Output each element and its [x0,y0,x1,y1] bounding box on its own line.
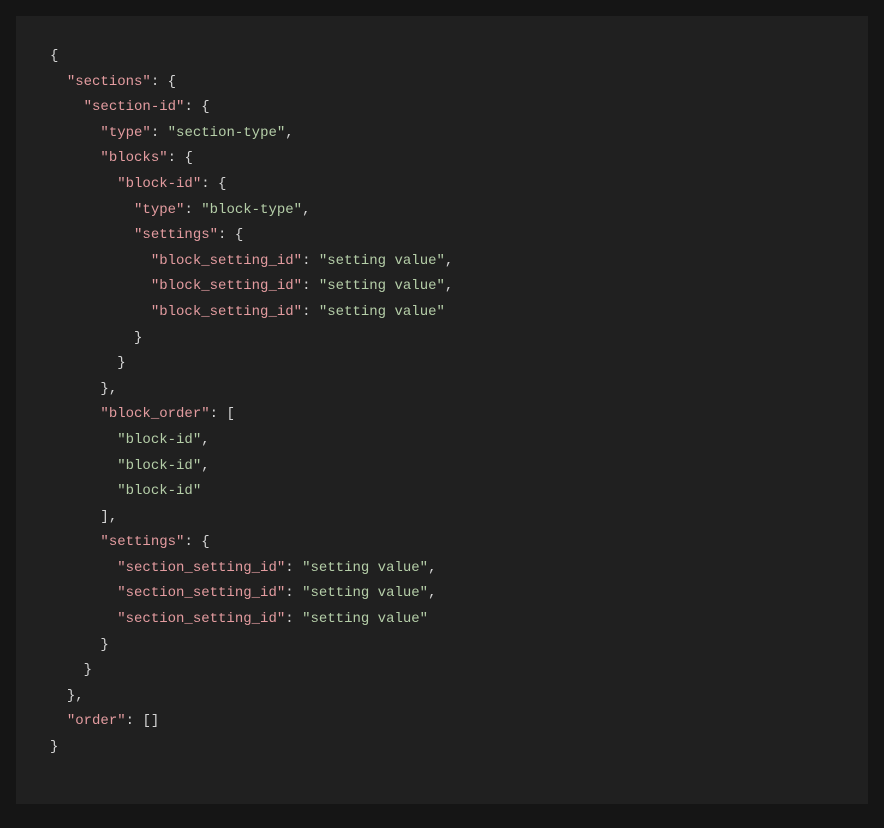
code-token-property: "block_setting_id" [151,253,302,269]
code-token-operator: : [184,99,201,115]
code-token-punctuation: { [184,150,192,166]
code-token-property: "settings" [134,227,218,243]
code-token-punctuation: { [218,176,226,192]
code-token-punctuation [50,74,67,90]
code-token-punctuation [50,688,67,704]
code-token-string: "block-type" [201,202,302,218]
code-token-operator: : [218,227,235,243]
code-token-punctuation [50,585,117,601]
code-token-punctuation: ], [100,509,117,525]
code-token-punctuation: } [100,637,108,653]
code-token-punctuation: [] [142,713,159,729]
code-token-property: "block_setting_id" [151,304,302,320]
code-token-punctuation: { [201,534,209,550]
json-code-block: { "sections": { "section-id": { "type": … [50,44,834,761]
code-token-operator: : [184,534,201,550]
code-token-punctuation: } [134,330,142,346]
code-token-punctuation [50,330,134,346]
code-token-punctuation: { [50,48,58,64]
code-token-operator: : [302,278,319,294]
code-token-punctuation: [ [226,406,234,422]
code-token-operator: : [302,253,319,269]
code-token-punctuation [50,278,151,294]
code-token-operator: : [285,611,302,627]
code-token-punctuation [50,176,117,192]
code-token-string: "setting value" [302,560,428,576]
code-token-operator: : [151,125,168,141]
code-token-punctuation: }, [67,688,84,704]
code-token-property: "type" [100,125,150,141]
code-token-punctuation: } [84,662,92,678]
code-token-punctuation [50,406,100,422]
code-token-string: "block-id" [117,483,201,499]
code-token-punctuation [50,560,117,576]
code-token-punctuation: , [302,202,310,218]
code-token-property: "block_setting_id" [151,278,302,294]
code-token-operator: : [168,150,185,166]
code-token-punctuation [50,381,100,397]
code-token-operator: : [184,202,201,218]
code-token-punctuation [50,99,84,115]
code-token-property: "type" [134,202,184,218]
code-token-punctuation: , [201,458,209,474]
code-token-punctuation [50,637,100,653]
code-token-string: "section-type" [168,125,286,141]
code-token-punctuation [50,458,117,474]
code-token-punctuation [50,202,134,218]
code-token-operator: : [302,304,319,320]
code-token-operator: : [285,560,302,576]
code-token-punctuation [50,483,117,499]
code-token-operator: : [201,176,218,192]
code-token-property: "section_setting_id" [117,560,285,576]
code-token-operator: : [126,713,143,729]
code-token-punctuation: }, [100,381,117,397]
code-token-operator: : [285,585,302,601]
code-token-punctuation [50,227,134,243]
code-token-operator: : [151,74,168,90]
code-token-punctuation [50,713,67,729]
code-token-punctuation [50,534,100,550]
code-token-punctuation: , [285,125,293,141]
code-token-property: "sections" [67,74,151,90]
code-token-punctuation: } [50,739,58,755]
code-token-punctuation: , [201,432,209,448]
code-token-punctuation: , [428,560,436,576]
code-token-punctuation: , [428,585,436,601]
code-token-property: "section-id" [84,99,185,115]
code-token-string: "block-id" [117,432,201,448]
code-token-string: "setting value" [319,278,445,294]
code-token-punctuation [50,509,100,525]
code-token-string: "block-id" [117,458,201,474]
code-token-punctuation: { [235,227,243,243]
code-token-punctuation [50,150,100,166]
code-token-property: "block-id" [117,176,201,192]
code-token-property: "settings" [100,534,184,550]
code-token-punctuation: , [445,253,453,269]
code-token-punctuation [50,611,117,627]
code-token-punctuation [50,253,151,269]
code-token-property: "block_order" [100,406,209,422]
code-token-string: "setting value" [319,304,445,320]
code-token-punctuation: , [445,278,453,294]
code-token-property: "section_setting_id" [117,585,285,601]
code-token-string: "setting value" [302,585,428,601]
code-token-operator: : [210,406,227,422]
code-token-property: "blocks" [100,150,167,166]
code-token-punctuation: { [168,74,176,90]
code-token-property: "section_setting_id" [117,611,285,627]
code-token-property: "order" [67,713,126,729]
code-token-punctuation: } [117,355,125,371]
code-token-punctuation: { [201,99,209,115]
code-token-string: "setting value" [319,253,445,269]
code-block-container: { "sections": { "section-id": { "type": … [16,16,868,804]
code-token-string: "setting value" [302,611,428,627]
code-token-punctuation [50,355,117,371]
code-token-punctuation [50,125,100,141]
code-token-punctuation [50,662,84,678]
code-token-punctuation [50,304,151,320]
code-token-punctuation [50,432,117,448]
